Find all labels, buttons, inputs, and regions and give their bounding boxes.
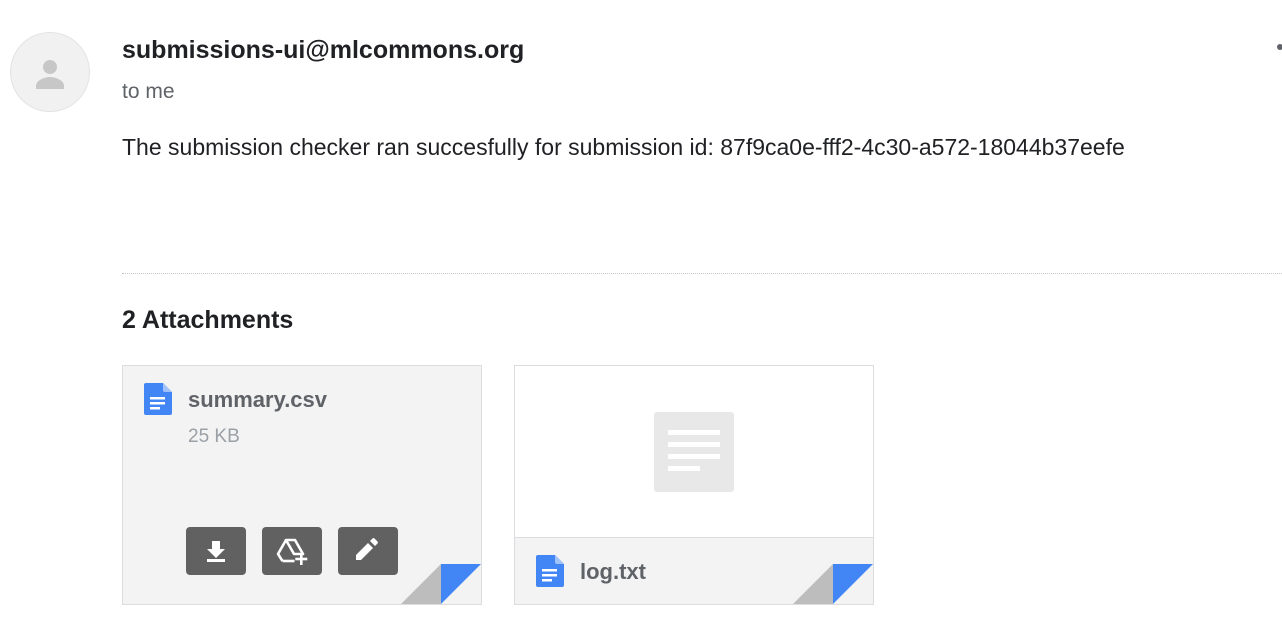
- download-button[interactable]: [186, 527, 246, 575]
- attachment-file-name: log.txt: [580, 559, 646, 584]
- attachments-heading: 2 Attachments: [122, 306, 294, 334]
- add-to-drive-icon: [276, 538, 308, 565]
- attachments-divider: [122, 273, 1282, 274]
- recipient-line[interactable]: to me: [122, 80, 175, 104]
- sender-avatar[interactable]: [10, 32, 90, 112]
- google-docs-icon: [144, 383, 172, 415]
- attachment-card-summary[interactable]: summary.csv 25 KB: [122, 365, 482, 605]
- default-avatar-icon: [36, 60, 64, 89]
- more-options-icon[interactable]: [1277, 44, 1282, 50]
- attachment-card-log[interactable]: log.txt: [514, 365, 874, 605]
- add-to-drive-button[interactable]: [262, 527, 322, 575]
- sender-email: submissions-ui@mlcommons.org: [122, 36, 525, 64]
- attachment-file-name: summary.csv: [188, 387, 328, 412]
- document-thumbnail-icon: [654, 412, 734, 492]
- download-icon: [207, 541, 225, 562]
- page-curl-corner-icon: [401, 564, 481, 604]
- edit-button[interactable]: [338, 527, 398, 575]
- attachment-preview: [515, 366, 873, 537]
- page-curl-corner-icon: [793, 564, 873, 604]
- message-body: The submission checker ran succesfully f…: [122, 134, 1125, 160]
- attachment-file-size: 25 KB: [188, 426, 240, 447]
- edit-icon: [356, 538, 378, 560]
- google-docs-icon: [536, 555, 564, 587]
